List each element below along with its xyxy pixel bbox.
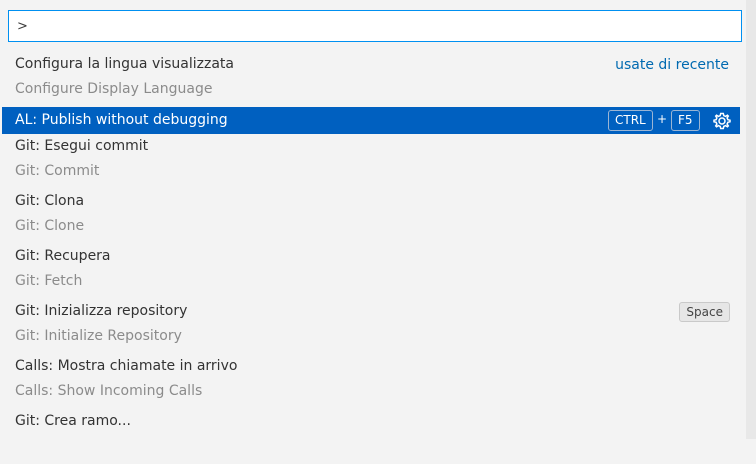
item-label: Git: Recupera	[15, 248, 111, 264]
item-label: Calls: Mostra chiamate in arrivo	[15, 358, 238, 374]
list-item[interactable]: Git: Esegui commit Git: Commit	[2, 134, 740, 189]
command-input[interactable]	[9, 11, 741, 41]
keybinding-separator: +	[657, 112, 668, 126]
command-input-box[interactable]	[8, 10, 742, 42]
item-detail: Git: Fetch	[15, 273, 83, 289]
item-detail: Calls: Show Incoming Calls	[15, 383, 203, 399]
keybinding-f5: F5	[671, 110, 700, 131]
command-palette: Configura la lingua visualizzata Configu…	[0, 0, 746, 439]
scrollbar-track[interactable]	[746, 0, 756, 439]
item-label: Git: Inizializza repository	[15, 303, 188, 319]
item-detail: Git: Initialize Repository	[15, 328, 182, 344]
list-item[interactable]: Configura la lingua visualizzata Configu…	[2, 52, 740, 107]
gear-icon[interactable]	[712, 111, 732, 131]
keybinding-ctrl: CTRL	[608, 110, 653, 131]
list-item[interactable]: Calls: Mostra chiamate in arrivo Calls: …	[2, 354, 740, 409]
keybinding-space: Space	[679, 302, 730, 322]
item-label: Git: Crea ramo...	[15, 413, 131, 429]
item-label: Git: Clona	[15, 193, 85, 209]
item-detail: Git: Clone	[15, 218, 85, 234]
list-item[interactable]: Git: Inizializza repository Git: Initial…	[2, 299, 740, 354]
item-detail: Git: Commit	[15, 163, 100, 179]
item-label: Configura la lingua visualizzata	[15, 56, 234, 72]
list-item[interactable]: Git: Crea ramo...	[2, 409, 740, 464]
command-list: Configura la lingua visualizzata Configu…	[0, 52, 746, 464]
list-item[interactable]: Git: Clona Git: Clone	[2, 189, 740, 244]
item-detail: Configure Display Language	[15, 81, 213, 97]
item-label: Git: Esegui commit	[15, 138, 149, 154]
list-item[interactable]: Git: Recupera Git: Fetch	[2, 244, 740, 299]
list-item-selected[interactable]: AL: Publish without debugging CTRL + F5	[2, 107, 740, 134]
recently-used-label: usate di recente	[615, 57, 729, 73]
item-label: AL: Publish without debugging	[15, 112, 228, 128]
